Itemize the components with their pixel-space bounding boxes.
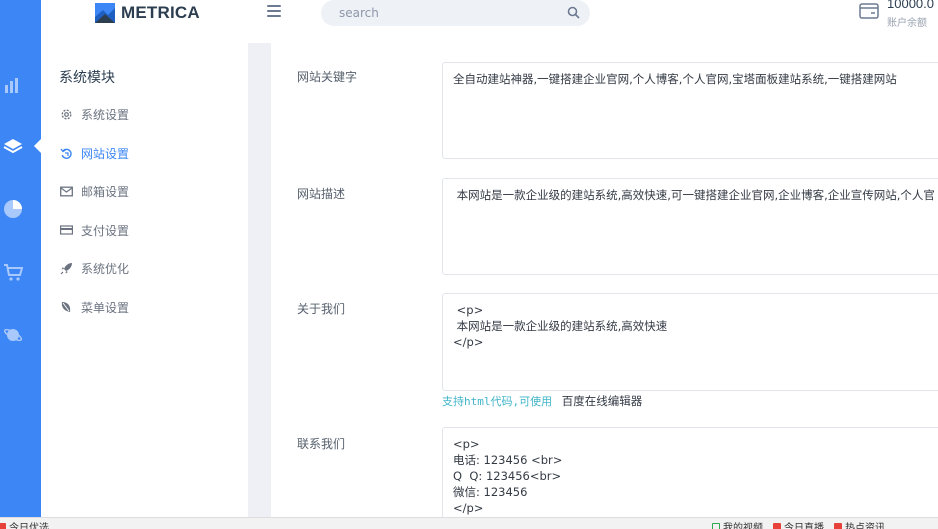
video-icon (712, 522, 720, 529)
contact-line: 电话: 123456 <br> (453, 453, 563, 467)
live-link[interactable]: 今日直播 (773, 519, 824, 529)
site-settings-form: 网站关键字 全自动建站神器,一键搭建企业官网,个人博客,个人官网,宝塔面板建站系… (271, 43, 938, 523)
flame-icon (0, 522, 6, 529)
icon-rail (0, 0, 41, 517)
description-label: 网站描述 (297, 187, 346, 201)
news-icon (834, 522, 842, 529)
app-window: METRICA 10000.0 账户余额 系统模块 系统设置 (0, 0, 938, 529)
leaf-icon (59, 300, 73, 314)
rocket-icon (59, 261, 73, 275)
help-text: 支持html代码,可使用 (442, 395, 553, 408)
contact-line: </p> (453, 501, 484, 515)
my-videos-link[interactable]: 我的视频 (712, 519, 763, 529)
module-title: 系统模块 (59, 70, 115, 86)
panel-gutter (248, 43, 271, 517)
top-header: METRICA 10000.0 账户余额 (41, 0, 938, 43)
wallet-icon[interactable] (859, 2, 879, 19)
keywords-value: 全自动建站神器,一键搭建企业官网,个人博客,个人官网,宝塔面板建站系统,一键搭建… (453, 72, 897, 86)
statusbar-item-label: 今日直播 (784, 523, 824, 529)
menu-item-label: 支付设置 (81, 223, 130, 238)
live-icon (773, 522, 781, 529)
contact-textarea[interactable]: <p> 电话: 123456 <br> Q Q: 123456<br> 微信: … (442, 427, 938, 523)
statusbar-item-label: 我的视频 (723, 523, 763, 529)
keywords-textarea[interactable]: 全自动建站神器,一键搭建企业官网,个人博客,个人官网,宝塔面板建站系统,一键搭建… (442, 62, 938, 159)
balance-label: 账户余额 (887, 18, 927, 29)
search-bar (321, 0, 590, 26)
search-input[interactable] (339, 6, 559, 20)
module-sidebar: 系统模块 系统设置 网站设置 邮箱设置 支付设置 系统优化 菜单设置 (41, 43, 248, 517)
menu-item-site-settings[interactable]: 网站设置 (59, 142, 129, 164)
baidu-editor-link[interactable]: 百度在线编辑器 (562, 394, 643, 408)
menu-item-mail-settings[interactable]: 邮箱设置 (59, 180, 129, 202)
statusbar-left: 今日优选 (0, 519, 49, 529)
planet-icon[interactable] (0, 322, 26, 348)
statusbar-right: 我的视频 今日直播 热点资讯 (712, 519, 895, 529)
gear-icon (59, 107, 73, 121)
menu-item-payment-settings[interactable]: 支付设置 (59, 219, 129, 241)
contact-line: 微信: 123456 (453, 485, 528, 499)
menu-item-system-optimize[interactable]: 系统优化 (59, 257, 129, 279)
menu-item-system-settings[interactable]: 系统设置 (59, 103, 129, 125)
html-help-note: 支持html代码,可使用 百度在线编辑器 (442, 393, 642, 409)
logo-text: METRICA (121, 3, 200, 22)
bar-chart-icon[interactable] (0, 72, 26, 98)
about-textarea[interactable]: <p> 本网站是一款企业级的建站系统,高效快速 </p> (442, 293, 938, 391)
logo[interactable]: METRICA (95, 2, 200, 24)
keywords-label: 网站关键字 (297, 70, 358, 84)
balance-value: 10000.0 (887, 0, 934, 11)
menu-item-label: 邮箱设置 (81, 184, 130, 199)
statusbar-item-label: 热点资讯 (845, 523, 885, 529)
menu-item-label: 系统优化 (81, 261, 130, 276)
layers-icon[interactable] (0, 133, 26, 159)
description-textarea[interactable]: 本网站是一款企业级的建站系统,高效快速,可一键搭建企业官网,企业博客,企业宣传网… (442, 178, 938, 275)
mail-icon (59, 184, 73, 198)
pie-chart-icon[interactable] (0, 196, 26, 222)
hot-news-link[interactable]: 热点资讯 (834, 519, 885, 529)
browser-status-bar: 今日优选 我的视频 今日直播 热点资讯 (0, 517, 938, 529)
about-line: 本网站是一款企业级的建站系统,高效快速 (453, 319, 668, 333)
menu-toggle-icon[interactable] (267, 5, 281, 17)
menu-item-label: 网站设置 (81, 146, 130, 161)
today-picks-link[interactable]: 今日优选 (9, 519, 49, 529)
about-line: </p> (453, 335, 484, 349)
card-icon (59, 223, 73, 237)
about-line: <p> (453, 303, 484, 317)
description-value: 本网站是一款企业级的建站系统,高效快速,可一键搭建企业官网,企业博客,企业宣传网… (453, 188, 935, 202)
menu-item-menu-settings[interactable]: 菜单设置 (59, 296, 129, 318)
contact-line: Q Q: 123456<br> (453, 469, 562, 483)
search-icon[interactable] (567, 6, 580, 19)
refresh-icon (59, 146, 73, 160)
about-label: 关于我们 (297, 302, 346, 316)
contact-line: <p> (453, 437, 480, 451)
active-indicator (34, 139, 41, 153)
menu-item-label: 菜单设置 (81, 300, 130, 315)
contact-label: 联系我们 (297, 437, 346, 451)
menu-item-label: 系统设置 (81, 107, 130, 122)
logo-icon (95, 3, 115, 23)
cart-icon[interactable] (0, 259, 26, 285)
